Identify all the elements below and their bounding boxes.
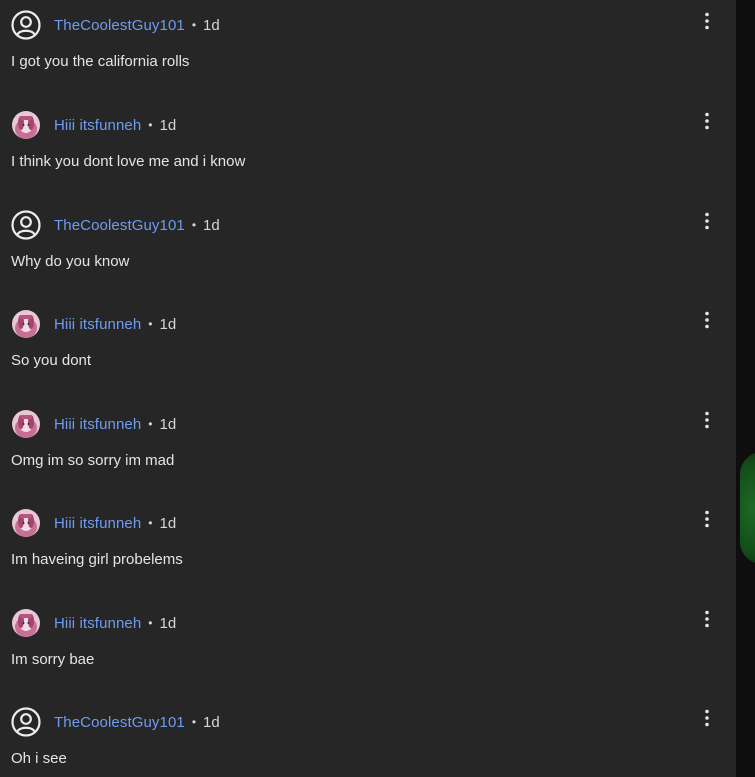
separator-dot: • [148, 516, 153, 530]
comment-header: TheCoolestGuy101 • 1d [11, 9, 220, 41]
comment-item: Hiii itsfunneh • 1d Im haveing girl prob… [0, 498, 736, 598]
profile-photo-avatar[interactable] [11, 409, 41, 439]
comment-header: Hiii itsfunneh • 1d [11, 308, 176, 340]
more-options-icon[interactable] [695, 6, 719, 36]
comment-username[interactable]: Hiii itsfunneh [54, 316, 141, 333]
comment-item: Hiii itsfunneh • 1d Im sorry bae [0, 598, 736, 698]
comment-username[interactable]: Hiii itsfunneh [54, 416, 141, 433]
profile-photo-avatar[interactable] [11, 508, 41, 538]
comment-age: 1d [203, 16, 220, 34]
comment-header: Hiii itsfunneh • 1d [11, 408, 176, 440]
comment-item: Hiii itsfunneh • 1d So you dont [0, 299, 736, 399]
comment-header: Hiii itsfunneh • 1d [11, 507, 176, 539]
more-options-icon[interactable] [695, 106, 719, 136]
comment-item: TheCoolestGuy101 • 1d Oh i see [0, 697, 736, 777]
comment-item: TheCoolestGuy101 • 1d I got you the cali… [0, 0, 736, 100]
separator-dot: • [148, 417, 153, 431]
more-options-icon[interactable] [695, 604, 719, 634]
comment-age: 1d [159, 315, 177, 333]
comment-header: TheCoolestGuy101 • 1d [11, 706, 220, 738]
separator-dot: • [148, 118, 153, 132]
comment-username[interactable]: TheCoolestGuy101 [54, 714, 185, 731]
separator-dot: • [191, 18, 197, 32]
more-options-icon[interactable] [695, 504, 719, 534]
separator-dot: • [148, 616, 153, 630]
separator-dot: • [148, 317, 153, 331]
comment-item: Hiii itsfunneh • 1d Omg im so sorry im m… [0, 399, 736, 499]
default-user-icon[interactable] [11, 10, 41, 40]
profile-photo-avatar[interactable] [11, 309, 41, 339]
profile-photo-avatar[interactable] [11, 110, 41, 140]
comment-text: I think you dont love me and i know [11, 153, 246, 170]
comment-username[interactable]: TheCoolestGuy101 [54, 217, 185, 234]
comment-item: Hiii itsfunneh • 1d I think you dont lov… [0, 100, 736, 200]
comment-item: TheCoolestGuy101 • 1d Why do you know [0, 200, 736, 300]
comment-header: Hiii itsfunneh • 1d [11, 109, 176, 141]
comment-text: Im sorry bae [11, 651, 95, 668]
comments-panel: TheCoolestGuy101 • 1d I got you the cali… [0, 0, 736, 777]
default-user-icon[interactable] [11, 210, 41, 240]
comment-age: 1d [159, 514, 177, 532]
background-decoration [740, 452, 755, 564]
profile-photo-avatar[interactable] [11, 608, 41, 638]
comment-text: So you dont [11, 352, 92, 369]
comment-text: Omg im so sorry im mad [11, 452, 175, 469]
comment-username[interactable]: Hiii itsfunneh [54, 117, 141, 134]
comment-text: Why do you know [11, 253, 130, 270]
comment-username[interactable]: TheCoolestGuy101 [54, 17, 185, 34]
more-options-icon[interactable] [695, 405, 719, 435]
comment-text: I got you the california rolls [11, 53, 190, 70]
default-user-icon[interactable] [11, 707, 41, 737]
separator-dot: • [191, 715, 197, 729]
comment-text: Im haveing girl probelems [11, 551, 183, 568]
comment-username[interactable]: Hiii itsfunneh [54, 515, 141, 532]
side-background-strip [736, 0, 755, 777]
comment-age: 1d [203, 216, 220, 234]
comment-header: TheCoolestGuy101 • 1d [11, 209, 220, 241]
more-options-icon[interactable] [695, 206, 719, 236]
more-options-icon[interactable] [695, 305, 719, 335]
comment-age: 1d [159, 116, 177, 134]
more-options-icon[interactable] [695, 703, 719, 733]
comment-text: Oh i see [11, 750, 67, 767]
separator-dot: • [191, 218, 197, 232]
comment-username[interactable]: Hiii itsfunneh [54, 615, 141, 632]
comment-age: 1d [159, 614, 177, 632]
comment-age: 1d [159, 415, 177, 433]
comment-header: Hiii itsfunneh • 1d [11, 607, 176, 639]
comment-age: 1d [203, 713, 220, 731]
